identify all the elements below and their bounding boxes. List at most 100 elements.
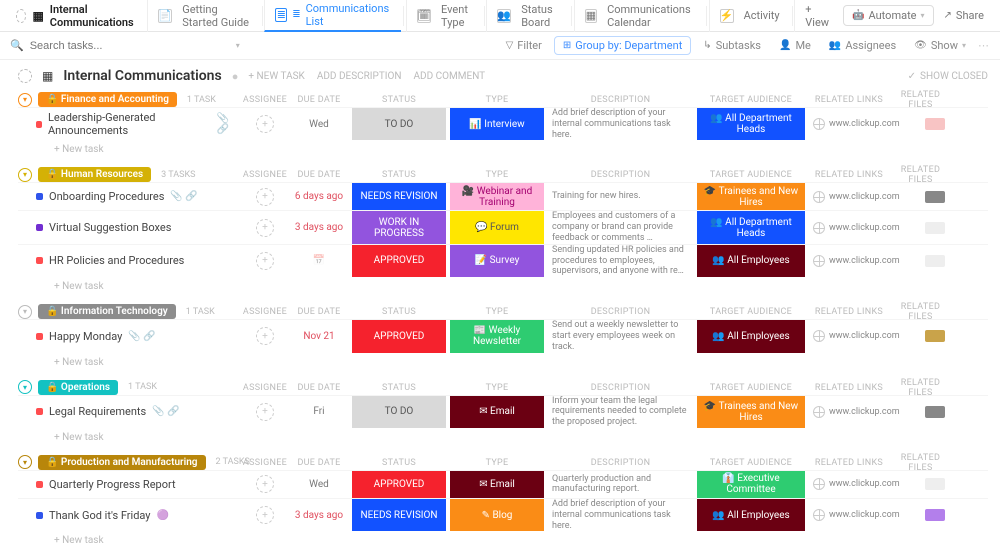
group-by-button[interactable]: ⊞Group by: Department bbox=[554, 36, 691, 55]
group-collapse-toggle[interactable]: ▾ bbox=[18, 93, 32, 107]
assignees-button[interactable]: 👥Assignees bbox=[823, 37, 902, 54]
new-task-button[interactable]: + NEW TASK bbox=[248, 71, 304, 82]
assignee-placeholder[interactable]: + bbox=[256, 219, 274, 237]
related-files-cell[interactable] bbox=[908, 320, 963, 352]
description-cell[interactable]: Add brief description of your internal c… bbox=[548, 108, 693, 140]
related-links-cell[interactable]: www.clickup.com bbox=[809, 499, 904, 531]
type-cell[interactable]: 📰 Weekly Newsletter bbox=[450, 320, 544, 352]
related-links-cell[interactable]: www.clickup.com bbox=[809, 183, 904, 210]
table-row[interactable]: Onboarding Procedures📎 🔗+6 days agoNEEDS… bbox=[18, 182, 988, 210]
add-description-button[interactable]: ADD DESCRIPTION bbox=[317, 71, 402, 82]
table-row[interactable]: Happy Monday📎 🔗+Nov 21APPROVED📰 Weekly N… bbox=[18, 319, 988, 352]
group-label[interactable]: 🔒 Information Technology bbox=[38, 304, 176, 319]
group-label[interactable]: 🔒 Production and Manufacturing bbox=[38, 455, 206, 470]
target-audience-cell[interactable]: 👥 All Employees bbox=[697, 245, 805, 277]
type-cell[interactable]: 📝 Survey bbox=[450, 245, 544, 277]
type-cell[interactable]: 💬 Forum bbox=[450, 211, 544, 243]
status-cell[interactable]: APPROVED bbox=[352, 471, 446, 498]
assignee-placeholder[interactable]: + bbox=[256, 475, 274, 493]
type-cell[interactable]: 🎥 Webinar and Training bbox=[450, 183, 544, 210]
view-tab-event-type[interactable]: 🗓Event Type bbox=[406, 0, 481, 32]
search-input[interactable] bbox=[30, 40, 230, 52]
view-tab-status-board[interactable]: 👥Status Board bbox=[486, 0, 569, 32]
table-row[interactable]: Legal Requirements📎 🔗+FriTO DO✉ EmailInf… bbox=[18, 395, 988, 428]
status-cell[interactable]: WORK IN PROGRESS bbox=[352, 211, 446, 243]
due-date[interactable]: 📅 bbox=[290, 245, 348, 277]
status-cell[interactable]: TO DO bbox=[352, 396, 446, 428]
due-date[interactable]: Wed bbox=[290, 471, 348, 498]
assignee-placeholder[interactable]: + bbox=[256, 506, 274, 524]
add-comment-button[interactable]: ADD COMMENT bbox=[414, 71, 486, 82]
view-tab-getting-started-guide[interactable]: 📄Getting Started Guide bbox=[147, 0, 259, 32]
type-cell[interactable]: ✉ Email bbox=[450, 471, 544, 498]
related-links-cell[interactable]: www.clickup.com bbox=[809, 396, 904, 428]
chevron-down-icon[interactable]: ▾ bbox=[236, 41, 240, 50]
related-files-cell[interactable] bbox=[908, 211, 963, 243]
group-collapse-toggle[interactable]: ▾ bbox=[18, 305, 32, 319]
status-cell[interactable]: APPROVED bbox=[352, 245, 446, 277]
assignee-placeholder[interactable]: + bbox=[256, 188, 274, 206]
description-cell[interactable]: Training for new hires. bbox=[548, 183, 693, 210]
group-collapse-toggle[interactable]: ▾ bbox=[18, 168, 32, 182]
target-audience-cell[interactable]: 👥 All Employees bbox=[697, 499, 805, 531]
assignee-placeholder[interactable]: + bbox=[256, 403, 274, 421]
target-audience-cell[interactable]: 👔 Executive Committee bbox=[697, 471, 805, 498]
due-date[interactable]: 6 days ago bbox=[290, 183, 348, 210]
view-tab-communications-list[interactable]: ≣≣Communications List bbox=[264, 0, 401, 32]
group-collapse-toggle[interactable]: ▾ bbox=[18, 380, 32, 394]
target-audience-cell[interactable]: 👥 All Department Heads bbox=[697, 108, 805, 140]
assignee-placeholder[interactable]: + bbox=[256, 327, 274, 345]
related-files-cell[interactable] bbox=[908, 471, 963, 498]
related-links-cell[interactable]: www.clickup.com bbox=[809, 211, 904, 243]
settings-wheel-icon[interactable] bbox=[18, 69, 32, 83]
related-files-cell[interactable] bbox=[908, 183, 963, 210]
group-label[interactable]: 🔒 Human Resources bbox=[38, 167, 151, 182]
related-files-cell[interactable] bbox=[908, 108, 963, 140]
type-cell[interactable]: 📊 Interview bbox=[450, 108, 544, 140]
related-links-cell[interactable]: www.clickup.com bbox=[809, 245, 904, 277]
description-cell[interactable]: Inform your team the legal requirements … bbox=[548, 396, 693, 428]
description-cell[interactable]: Sending updated HR policies and procedur… bbox=[548, 245, 693, 277]
me-button[interactable]: 👤Me bbox=[773, 37, 817, 54]
new-task-button[interactable]: + New task bbox=[18, 140, 988, 161]
new-task-button[interactable]: + New task bbox=[18, 277, 988, 298]
due-date[interactable]: 3 days ago bbox=[290, 211, 348, 243]
add-view-button[interactable]: + View bbox=[794, 0, 839, 32]
table-row[interactable]: HR Policies and Procedures+📅APPROVED📝 Su… bbox=[18, 244, 988, 277]
view-tab-activity[interactable]: ⚡Activity bbox=[709, 0, 790, 32]
show-closed-button[interactable]: ✓SHOW CLOSED bbox=[908, 71, 988, 82]
status-cell[interactable]: NEEDS REVISION bbox=[352, 499, 446, 531]
view-tab-communications-calendar[interactable]: ▦Communications Calendar bbox=[574, 0, 704, 32]
related-files-cell[interactable] bbox=[908, 499, 963, 531]
due-date[interactable]: 3 days ago bbox=[290, 499, 348, 531]
due-date[interactable]: Nov 21 bbox=[290, 320, 348, 352]
type-cell[interactable]: ✎ Blog bbox=[450, 499, 544, 531]
share-button[interactable]: ↗ Share bbox=[936, 6, 992, 25]
new-task-button[interactable]: + New task bbox=[18, 428, 988, 449]
new-task-button[interactable]: + New task bbox=[18, 353, 988, 374]
target-audience-cell[interactable]: 👥 All Employees bbox=[697, 320, 805, 352]
due-date[interactable]: Fri bbox=[290, 396, 348, 428]
table-row[interactable]: Quarterly Progress Report+WedAPPROVED✉ E… bbox=[18, 470, 988, 498]
related-files-cell[interactable] bbox=[908, 245, 963, 277]
group-label[interactable]: 🔒 Finance and Accounting bbox=[38, 92, 177, 107]
related-links-cell[interactable]: www.clickup.com bbox=[809, 471, 904, 498]
description-cell[interactable]: Quarterly production and manufacturing r… bbox=[548, 471, 693, 498]
target-audience-cell[interactable]: 👥 All Department Heads bbox=[697, 211, 805, 243]
automate-button[interactable]: 🤖 Automate ▾ bbox=[843, 5, 933, 26]
target-audience-cell[interactable]: 🎓 Trainees and New Hires bbox=[697, 396, 805, 428]
target-audience-cell[interactable]: 🎓 Trainees and New Hires bbox=[697, 183, 805, 210]
related-files-cell[interactable] bbox=[908, 396, 963, 428]
settings-wheel-icon[interactable] bbox=[16, 9, 26, 23]
new-task-button[interactable]: + New task bbox=[18, 531, 988, 552]
related-links-cell[interactable]: www.clickup.com bbox=[809, 108, 904, 140]
assignee-placeholder[interactable]: + bbox=[256, 252, 274, 270]
type-cell[interactable]: ✉ Email bbox=[450, 396, 544, 428]
related-links-cell[interactable]: www.clickup.com bbox=[809, 320, 904, 352]
status-cell[interactable]: TO DO bbox=[352, 108, 446, 140]
description-cell[interactable]: Employees and customers of a company or … bbox=[548, 211, 693, 243]
description-cell[interactable]: Send out a weekly newsletter to start ev… bbox=[548, 320, 693, 352]
status-cell[interactable]: NEEDS REVISION bbox=[352, 183, 446, 210]
status-cell[interactable]: APPROVED bbox=[352, 320, 446, 352]
filter-button[interactable]: ▽Filter bbox=[500, 37, 548, 54]
